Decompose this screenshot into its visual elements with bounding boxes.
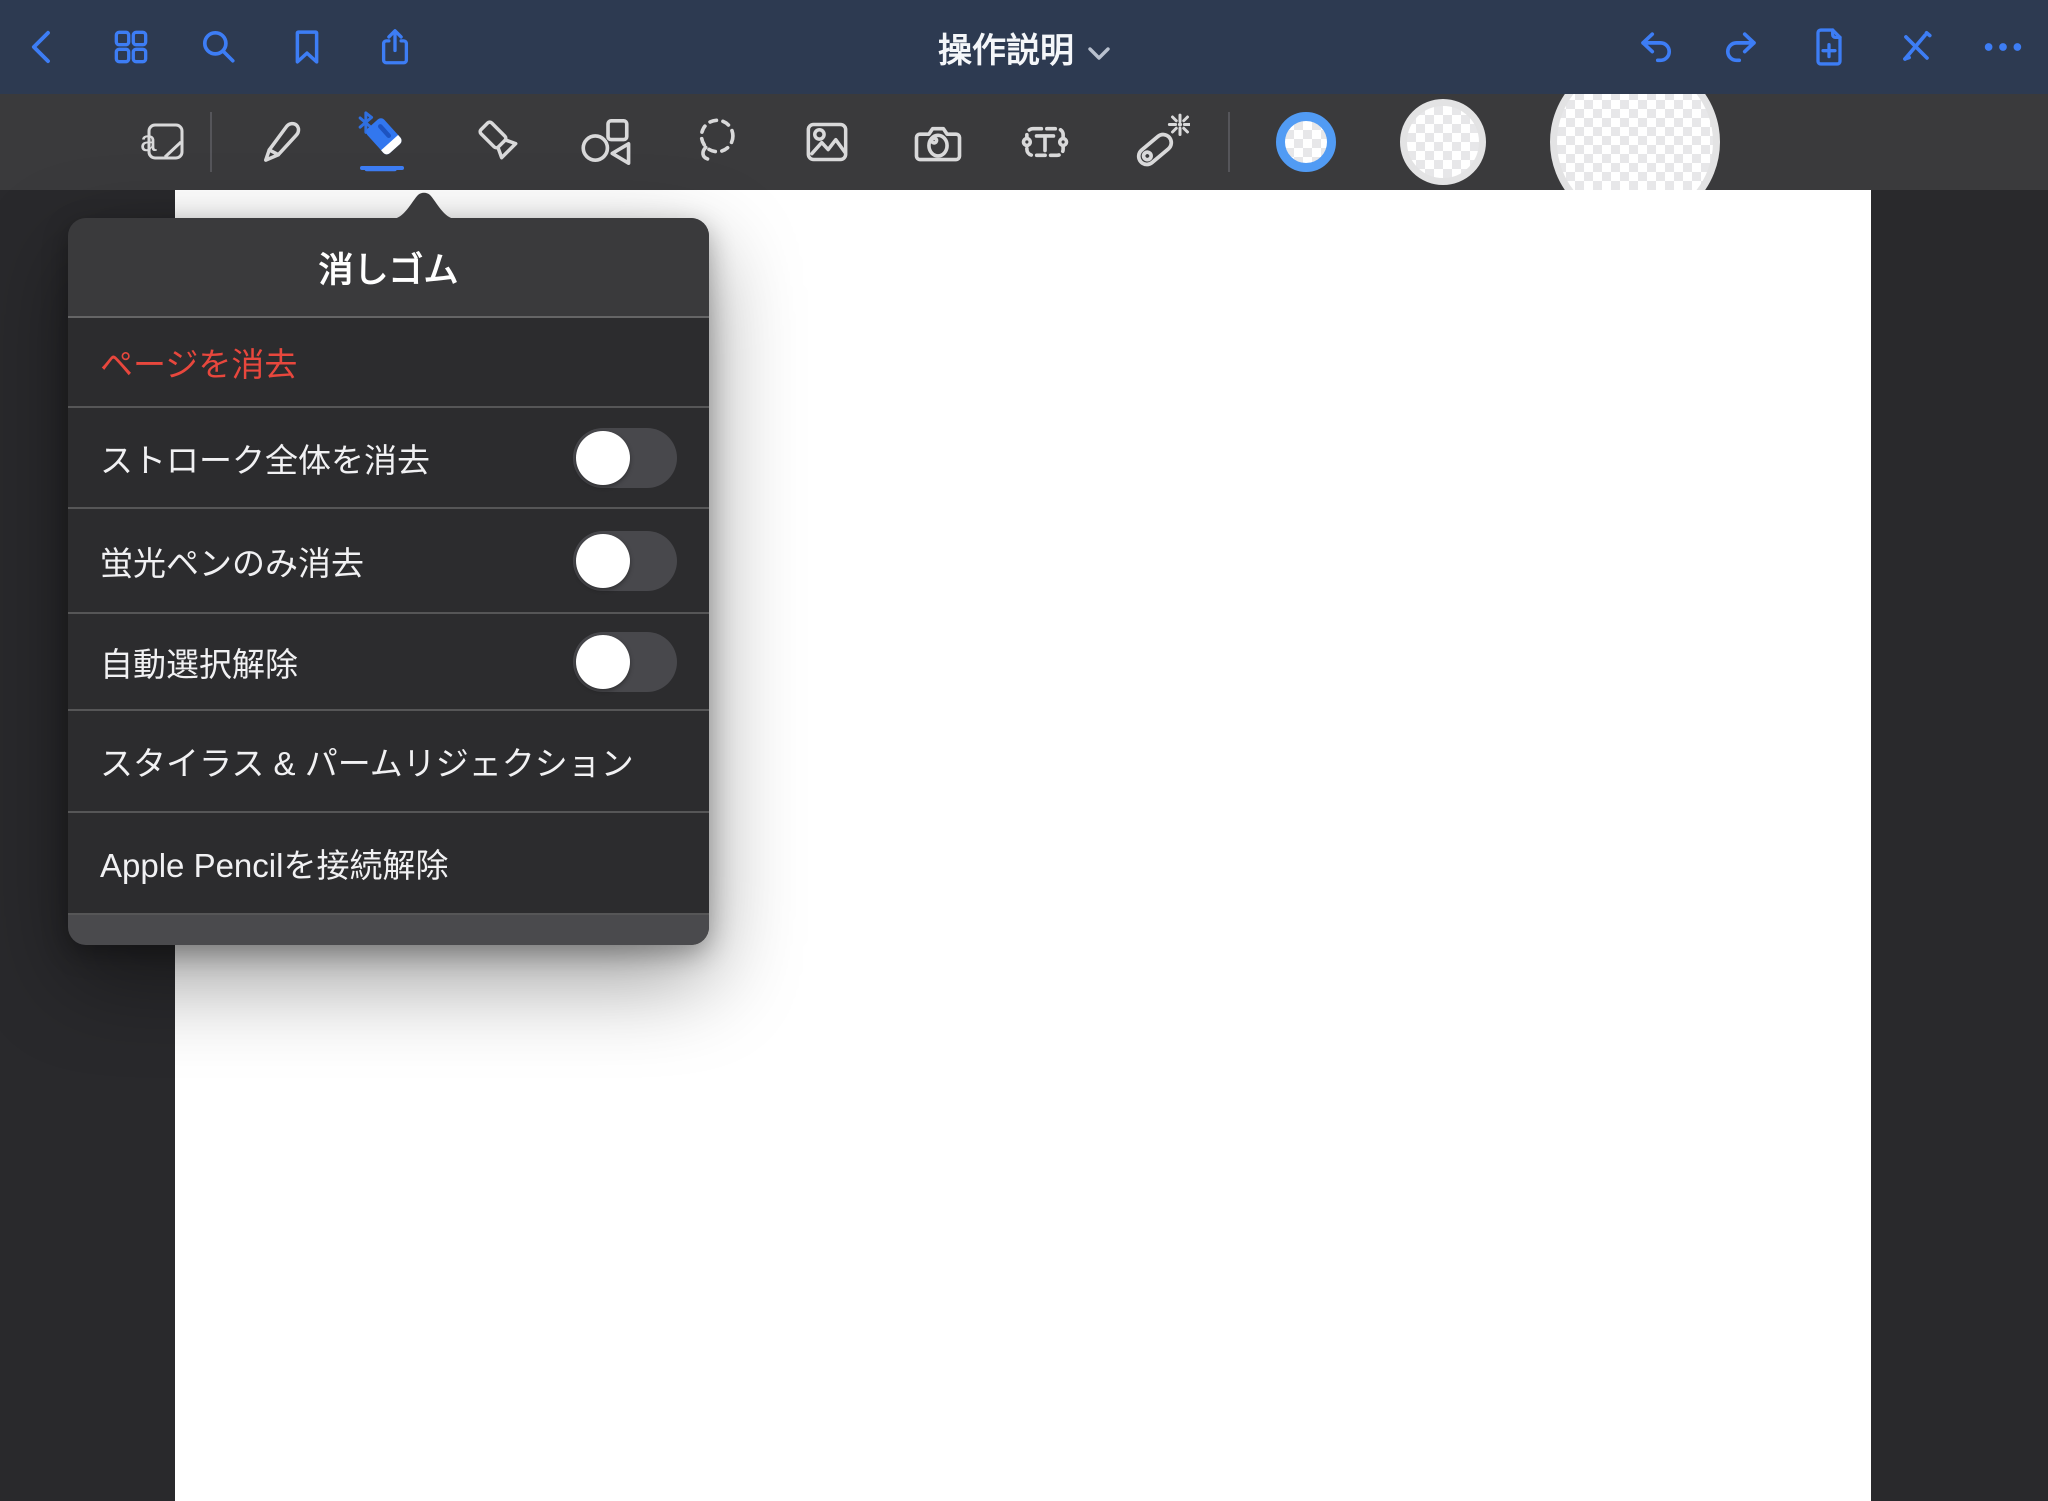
selected-tool-indicator	[360, 166, 404, 170]
pen-tool-button[interactable]	[246, 94, 310, 190]
back-chevron-icon	[23, 27, 63, 67]
disconnect-apple-pencil-label: Apple Pencilを接続解除	[100, 839, 448, 887]
back-button[interactable]	[19, 23, 67, 71]
document-title: 操作説明	[938, 23, 1074, 72]
zoom-window-icon: a	[136, 115, 190, 169]
camera-icon	[909, 113, 967, 171]
popover-item-disconnect-apple-pencil[interactable]: Apple Pencilを接続解除	[68, 813, 709, 915]
erase-highlighter-only-toggle-off[interactable]	[573, 531, 677, 591]
toggle-knob	[576, 635, 630, 689]
toolbar-divider	[210, 112, 212, 172]
popover-footer	[68, 915, 709, 945]
eraser-tool-button[interactable]	[351, 94, 415, 190]
topbar-right-group	[1631, 0, 2027, 94]
eraser-size-large[interactable]	[1550, 94, 1720, 191]
text-tool-button[interactable]	[1013, 94, 1077, 190]
popover-item-erase-entire-stroke[interactable]: ストローク全体を消去	[68, 408, 709, 509]
tools-toolbar: a	[0, 94, 2048, 191]
svg-text:a: a	[140, 125, 157, 158]
popover-item-stylus-palm-rejection[interactable]: スタイラス & パームリジェクション	[68, 711, 709, 813]
undo-button[interactable]	[1631, 23, 1679, 71]
more-ellipsis-icon	[1980, 24, 2026, 70]
shapes-tool-button[interactable]	[573, 94, 637, 190]
laser-pointer-icon	[1130, 112, 1190, 172]
auto-deselect-toggle-off[interactable]	[573, 632, 677, 692]
page-thumbnails-button[interactable]	[107, 23, 155, 71]
lasso-tool-button[interactable]	[684, 94, 748, 190]
text-tool-icon	[1016, 113, 1074, 171]
app-window: 操作説明 a	[0, 0, 2048, 1501]
add-page-icon	[1807, 25, 1851, 69]
auto-deselect-label: 自動選択解除	[100, 638, 298, 686]
erase-highlighter-only-label: 蛍光ペンのみ消去	[100, 537, 364, 585]
eraser-size-small-selected[interactable]	[1276, 112, 1336, 172]
image-icon	[799, 114, 855, 170]
erase-page-label: ページを消去	[100, 338, 297, 386]
zoom-window-tool-button[interactable]: a	[131, 94, 195, 190]
laser-pointer-tool-button[interactable]	[1128, 94, 1192, 190]
pen-disable-button[interactable]	[1892, 23, 1940, 71]
highlighter-icon	[472, 114, 528, 170]
erase-entire-stroke-toggle-off[interactable]	[573, 428, 677, 488]
popover-title: 消しゴム	[68, 218, 709, 318]
popover-item-erase-page[interactable]: ページを消去	[68, 318, 709, 408]
highlighter-tool-button[interactable]	[468, 94, 532, 190]
eraser-size-medium[interactable]	[1400, 99, 1486, 185]
lasso-icon	[687, 113, 745, 171]
camera-tool-button[interactable]	[906, 94, 970, 190]
top-navigation-bar: 操作説明	[0, 0, 2048, 94]
topbar-left-group	[19, 0, 419, 94]
toolbar-divider	[1228, 112, 1230, 172]
search-icon	[197, 25, 241, 69]
image-tool-button[interactable]	[795, 94, 859, 190]
erase-entire-stroke-label: ストローク全体を消去	[100, 434, 430, 482]
popover-arrow	[364, 191, 484, 219]
share-icon	[374, 26, 416, 68]
redo-icon	[1720, 25, 1764, 69]
more-options-button[interactable]	[1979, 23, 2027, 71]
chevron-down-icon	[1088, 31, 1110, 70]
toggle-knob	[576, 534, 630, 588]
pen-disabled-icon	[1894, 25, 1938, 69]
stylus-palm-rejection-label: スタイラス & パームリジェクション	[100, 737, 634, 785]
search-button[interactable]	[195, 23, 243, 71]
add-page-button[interactable]	[1805, 23, 1853, 71]
bookmark-icon	[286, 26, 328, 68]
popover-item-erase-highlighter-only[interactable]: 蛍光ペンのみ消去	[68, 509, 709, 614]
shapes-icon	[576, 113, 634, 171]
redo-button[interactable]	[1718, 23, 1766, 71]
pen-icon	[250, 114, 306, 170]
bookmark-button[interactable]	[283, 23, 331, 71]
undo-icon	[1633, 25, 1677, 69]
share-button[interactable]	[371, 23, 419, 71]
eraser-popover: 消しゴム ページを消去 ストローク全体を消去 蛍光ペンのみ消去 自動選択解除 ス…	[68, 218, 709, 945]
toggle-knob	[576, 431, 630, 485]
thumbnails-grid-icon	[109, 25, 153, 69]
popover-item-auto-deselect[interactable]: 自動選択解除	[68, 614, 709, 711]
